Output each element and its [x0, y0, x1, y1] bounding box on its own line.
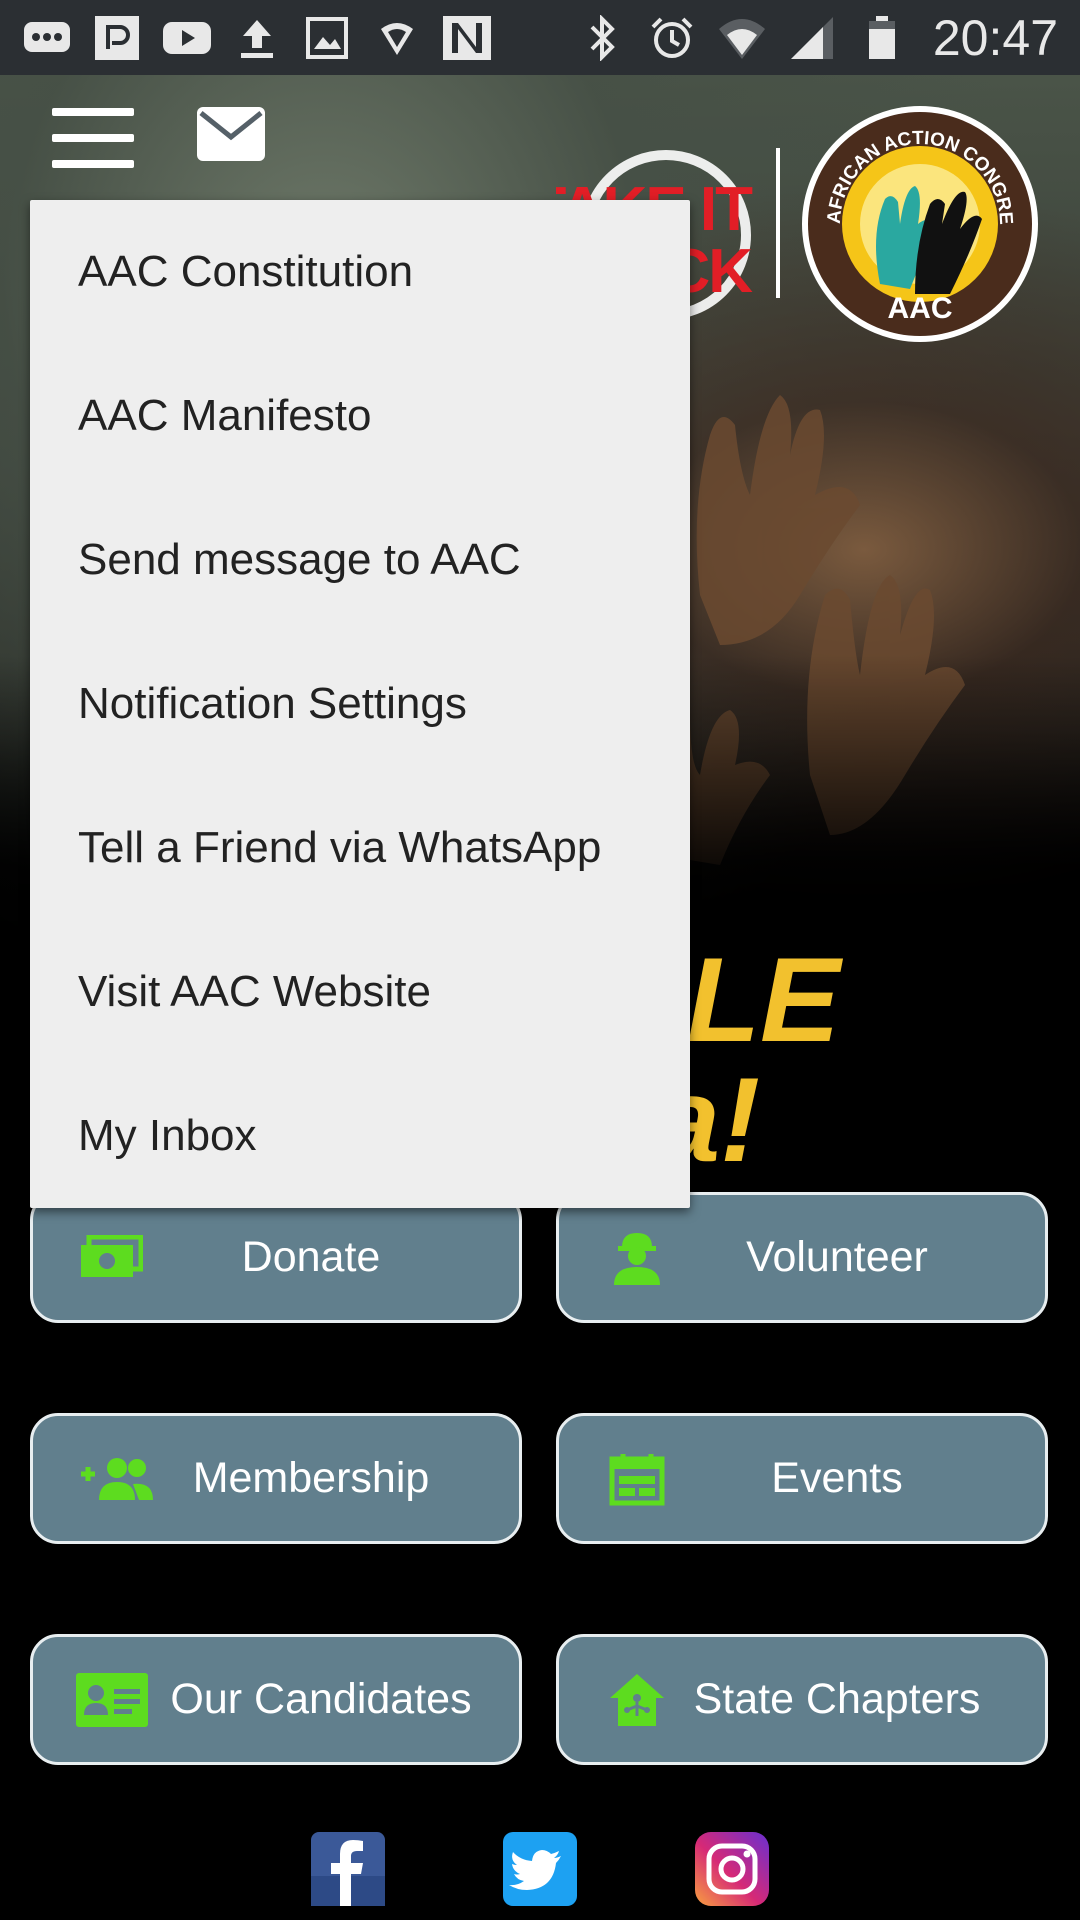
volunteer-button[interactable]: Volunteer: [556, 1192, 1048, 1323]
menu-item-label: AAC Constitution: [78, 247, 414, 296]
membership-button[interactable]: Membership: [30, 1413, 522, 1544]
menu-item-send-message[interactable]: Send message to AAC: [30, 488, 690, 632]
menu-item-constitution[interactable]: AAC Constitution: [30, 200, 690, 344]
state-chapters-button[interactable]: State Chapters: [556, 1634, 1048, 1765]
aac-logo: AFRICAN ACTION CONGRESS AAC: [794, 88, 1040, 344]
clock: 20:47: [932, 9, 1058, 66]
donate-button[interactable]: Donate: [30, 1192, 522, 1323]
aac-abbr: AAC: [888, 292, 953, 325]
battery-icon: [857, 15, 907, 61]
mail-icon[interactable]: [195, 105, 267, 163]
chat-icon: [22, 15, 72, 61]
upload-icon: [232, 15, 282, 61]
image-icon: [302, 15, 352, 61]
facebook-icon[interactable]: [311, 1832, 385, 1906]
status-bar: 20:47: [0, 0, 1080, 75]
logo-divider: [776, 148, 780, 298]
hamburger-icon[interactable]: [52, 108, 134, 168]
n-app-icon: [442, 15, 492, 61]
instagram-icon[interactable]: [695, 1832, 769, 1906]
events-button[interactable]: Events: [556, 1413, 1048, 1544]
twitter-icon[interactable]: [503, 1832, 577, 1906]
add-group-icon: [77, 1449, 157, 1509]
menu-item-my-inbox[interactable]: My Inbox: [30, 1064, 690, 1208]
overflow-menu: AAC Constitution AAC Manifesto Send mess…: [30, 200, 690, 1208]
p-app-icon: [92, 15, 142, 61]
alarm-icon: [647, 15, 697, 61]
menu-item-label: Visit AAC Website: [78, 967, 431, 1016]
shield-wifi-icon: [372, 15, 422, 61]
money-icon: [77, 1228, 145, 1288]
menu-item-visit-website[interactable]: Visit AAC Website: [30, 920, 690, 1064]
menu-item-notification-settings[interactable]: Notification Settings: [30, 632, 690, 776]
menu-item-tell-a-friend[interactable]: Tell a Friend via WhatsApp: [30, 776, 690, 920]
our-candidates-button[interactable]: Our Candidates: [30, 1634, 522, 1765]
signal-icon: [787, 15, 837, 61]
worker-icon: [603, 1228, 671, 1288]
menu-item-label: Notification Settings: [78, 679, 467, 728]
youtube-icon: [162, 15, 212, 61]
menu-item-label: Tell a Friend via WhatsApp: [78, 823, 602, 872]
status-bar-notifications: [0, 15, 492, 61]
home-network-icon: [603, 1670, 671, 1730]
bluetooth-icon: [577, 14, 627, 61]
menu-item-manifesto[interactable]: AAC Manifesto: [30, 344, 690, 488]
calendar-icon: [603, 1449, 671, 1509]
menu-item-label: My Inbox: [78, 1111, 257, 1160]
status-bar-system: 20:47: [577, 9, 1080, 67]
id-card-icon: [75, 1670, 149, 1730]
wifi-icon: [717, 15, 767, 61]
menu-item-label: Send message to AAC: [78, 535, 521, 584]
menu-item-label: AAC Manifesto: [78, 391, 372, 440]
